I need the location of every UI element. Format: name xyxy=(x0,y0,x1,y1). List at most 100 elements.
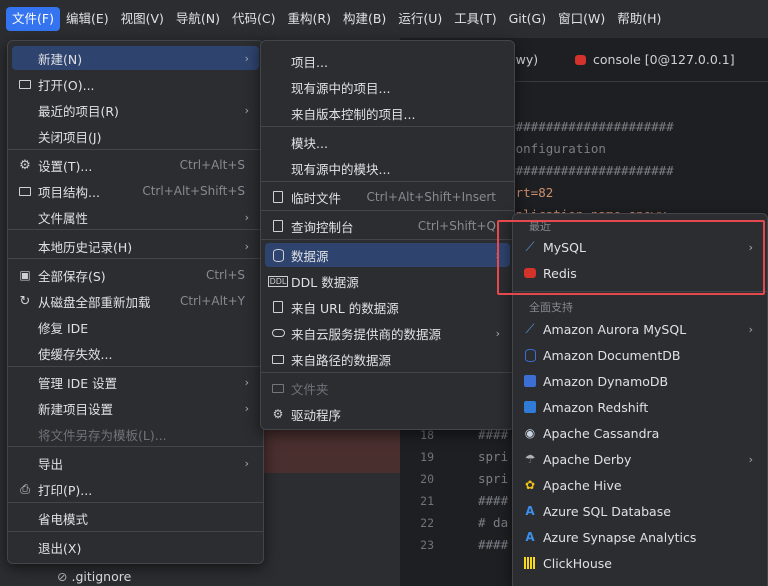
menu-item-label: 项目结构... xyxy=(38,184,100,200)
menubar-item-9[interactable]: Git(G) xyxy=(503,7,553,31)
menu-item-r[interactable]: 最近的项目(R) › xyxy=(12,98,259,122)
menu-item-s[interactable]: ▣ 全部保存(S) Ctrl+S xyxy=(12,263,259,287)
menu-item-apache-cassandra[interactable]: ◉ Apache Cassandra xyxy=(517,421,763,445)
menu-item-label: Azure Synapse Analytics xyxy=(543,529,697,545)
blank-icon xyxy=(18,51,32,65)
menu-item-clickhouse[interactable]: ClickHouse xyxy=(517,551,763,575)
menu-item-amazon-aurora-mysql[interactable]: ⟋ Amazon Aurora MySQL › xyxy=(517,317,763,341)
menu-item-ddl[interactable]: DDL DDL 数据源 xyxy=(265,269,510,293)
folder-icon xyxy=(18,184,32,198)
menubar-item-5[interactable]: 重构(R) xyxy=(282,7,337,31)
menu-item-amazon-dynamodb[interactable]: Amazon DynamoDB xyxy=(517,369,763,393)
blank-icon xyxy=(18,346,32,360)
cloud-icon xyxy=(271,326,285,340)
menu-item-item[interactable]: 查询控制台 Ctrl+Shift+Q xyxy=(265,214,510,238)
menu-item-item[interactable]: ↻ 从磁盘全部重新加载 Ctrl+Alt+Y xyxy=(12,289,259,313)
menu-item-label: Amazon Redshift xyxy=(543,399,649,415)
blank-icon xyxy=(18,540,32,554)
menu-separator xyxy=(8,229,263,230)
menu-item-item[interactable]: 导出 › xyxy=(12,451,259,475)
menu-item-label: DDL 数据源 xyxy=(291,274,359,290)
shortcut-label: Ctrl+S xyxy=(205,268,245,282)
menu-item-x[interactable]: 退出(X) xyxy=(12,535,259,559)
tree-selection-strip xyxy=(262,425,400,473)
menu-item-item[interactable]: 来自云服务提供商的数据源 › xyxy=(265,321,510,345)
tab-console-label: console [0@127.0.0.1] xyxy=(593,52,735,67)
menu-item-label: 来自路径的数据源 xyxy=(291,352,392,368)
group-header-full-support: 全面支持 xyxy=(529,301,573,314)
menu-item-label: 文件属性 xyxy=(38,210,89,226)
menu-item-item[interactable]: 使缓存失效... xyxy=(12,341,259,365)
menu-item-n[interactable]: 新建(N) › xyxy=(12,46,259,70)
menubar-item-10[interactable]: 窗口(W) xyxy=(552,7,611,31)
line-number: 23 xyxy=(420,538,434,552)
blank-icon xyxy=(271,54,285,68)
menu-item-apache-hive[interactable]: ✿ Apache Hive xyxy=(517,473,763,497)
menu-item-label: Apache Cassandra xyxy=(543,425,660,441)
menu-item-ide[interactable]: 修复 IDE xyxy=(12,315,259,339)
menu-item-item[interactable]: 省电模式 xyxy=(12,506,259,530)
menu-item-ide[interactable]: 管理 IDE 设置 › xyxy=(12,370,259,394)
menu-item-url[interactable]: 来自 URL 的数据源 xyxy=(265,295,510,319)
database-icon xyxy=(271,248,285,262)
chevron-right-icon: › xyxy=(244,103,249,117)
menubar-item-4[interactable]: 代码(C) xyxy=(226,7,281,31)
menubar-item-2[interactable]: 视图(V) xyxy=(115,7,170,31)
menu-item-item[interactable]: 模块... xyxy=(265,130,510,154)
menu-item-j[interactable]: 关闭项目(J) xyxy=(12,124,259,148)
menu-item-item[interactable]: 项目结构... Ctrl+Alt+Shift+S xyxy=(12,179,259,203)
menu-item-label: Azure SQL Database xyxy=(543,503,671,519)
menu-item-item[interactable]: 现有源中的模块... xyxy=(265,156,510,180)
dynamodb-icon xyxy=(523,374,537,388)
folder-icon xyxy=(18,77,32,91)
line-text: #### xyxy=(478,493,509,508)
menu-item-item[interactable]: 新建项目设置 › xyxy=(12,396,259,420)
menu-item-label: 关闭项目(J) xyxy=(38,129,102,145)
menu-item-apache-derby[interactable]: ☂ Apache Derby › xyxy=(517,447,763,471)
menu-item-t[interactable]: ⚙ 设置(T)... Ctrl+Alt+S xyxy=(12,153,259,177)
menubar-item-11[interactable]: 帮助(H) xyxy=(611,7,667,31)
menu-item-item[interactable]: 文件属性 › xyxy=(12,205,259,229)
menu-item-item[interactable]: 数据源 › xyxy=(265,243,510,267)
menu-item-item[interactable]: 来自版本控制的项目... xyxy=(265,101,510,125)
menu-item-label: 新建(N) xyxy=(38,51,83,67)
reload-icon: ↻ xyxy=(19,293,31,309)
menu-separator xyxy=(261,372,514,373)
menu-item-item[interactable]: 来自路径的数据源 xyxy=(265,347,510,371)
menubar-item-7[interactable]: 运行(U) xyxy=(392,7,448,31)
chevron-right-icon: › xyxy=(748,452,753,466)
chevron-right-icon: › xyxy=(244,51,249,65)
editor-tab-console[interactable]: console [0@127.0.0.1] xyxy=(575,52,735,67)
menu-item-azure-synapse-analytics[interactable]: A Azure Synapse Analytics xyxy=(517,525,763,549)
menu-item-item[interactable]: 项目... xyxy=(265,49,510,73)
menubar-item-6[interactable]: 构建(B) xyxy=(337,7,392,31)
menu-item-label: 本地历史记录(H) xyxy=(38,239,133,255)
menubar-item-1[interactable]: 编辑(E) xyxy=(60,7,115,31)
menubar-item-8[interactable]: 工具(T) xyxy=(448,7,502,31)
menubar-item-0[interactable]: 文件(F) xyxy=(6,7,60,31)
menu-item-amazon-documentdb[interactable]: Amazon DocumentDB xyxy=(517,343,763,367)
menu-item-label: 新建项目设置 xyxy=(38,401,114,417)
menu-item-o[interactable]: 打开(O)... xyxy=(12,72,259,96)
azure-icon: A xyxy=(525,504,535,518)
chevron-right-icon: › xyxy=(244,210,249,224)
menu-item-item[interactable]: ⚙ 驱动程序 xyxy=(265,402,510,426)
shortcut-label: Ctrl+Shift+Q xyxy=(417,219,496,233)
menu-item-item[interactable]: 临时文件 Ctrl+Alt+Shift+Insert xyxy=(265,185,510,209)
menu-item-amazon-redshift[interactable]: Amazon Redshift xyxy=(517,395,763,419)
menu-item-azure-sql-database[interactable]: A Azure SQL Database xyxy=(517,499,763,523)
chevron-right-icon: › xyxy=(244,375,249,389)
shortcut-label: Ctrl+Alt+Shift+S xyxy=(142,184,245,198)
menu-item-label: 管理 IDE 设置 xyxy=(38,375,118,391)
new-submenu: 项目... 现有源中的项目... 来自版本控制的项目... 模块... 现有源中的模块.… xyxy=(260,40,515,430)
tree-item-gitignore[interactable]: ⊘ .gitignore xyxy=(57,569,131,584)
menu-item-label: 项目... xyxy=(291,54,328,70)
clickhouse-icon xyxy=(523,556,537,570)
menu-item-item[interactable]: 现有源中的项目... xyxy=(265,75,510,99)
menu-item-label: 临时文件 xyxy=(291,190,342,206)
menu-item-label: 现有源中的模块... xyxy=(291,161,391,177)
menu-item-p[interactable]: ⎙ 打印(P)... xyxy=(12,477,259,501)
menu-item-h[interactable]: 本地历史记录(H) › xyxy=(12,234,259,258)
menubar-item-3[interactable]: 导航(N) xyxy=(170,7,226,31)
chevron-right-icon: › xyxy=(748,322,753,336)
